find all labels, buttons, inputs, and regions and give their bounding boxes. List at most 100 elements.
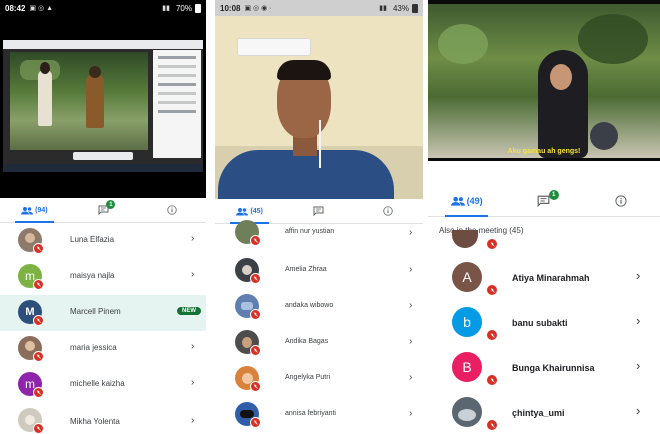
chevron-right-icon: › — [636, 403, 641, 418]
person-face — [550, 64, 572, 90]
avatar — [452, 230, 478, 248]
mic-muted-icon — [486, 238, 498, 250]
tab-info[interactable] — [583, 186, 660, 216]
people-count: (94) — [35, 206, 48, 214]
participant-name: Angelyka Putri — [285, 374, 331, 381]
people-icon — [450, 196, 465, 206]
participant-row[interactable]: Andika Bagas › — [215, 328, 423, 364]
people-icon — [236, 207, 249, 215]
participant-row[interactable]: m michelle kaizha › — [0, 367, 206, 403]
tab-info[interactable] — [354, 199, 423, 223]
video-area[interactable] — [215, 16, 423, 199]
chevron-right-icon: › — [409, 336, 413, 347]
participant-row[interactable]: m maisya najla › — [0, 259, 206, 295]
video-caption: Aku gamau ah gengs! — [507, 148, 581, 155]
mic-muted-icon — [250, 345, 261, 356]
status-bar: 10:08 ▣ ◎ ◉ · ▮▮ 43% — [215, 0, 423, 16]
participant-name: andaka wibowo — [285, 302, 334, 309]
phone-screen-1: 08:42 ▣ ◎ ▲ ▮▮ 70% (94) 1 Luna Elfazia ›… — [0, 0, 206, 434]
avatar-letter: B — [462, 359, 472, 375]
participant-name: çhintya_umi — [512, 408, 565, 418]
chevron-right-icon: › — [409, 300, 413, 311]
mic-muted-icon — [33, 279, 44, 290]
participant-row[interactable]: b banu subakti › — [428, 303, 660, 345]
tab-chat[interactable]: 1 — [69, 198, 138, 222]
video-frame — [428, 4, 660, 158]
status-bar: 08:42 ▣ ◎ ▲ ▮▮ 70% — [0, 0, 206, 16]
battery-icon — [195, 3, 201, 13]
people-icon — [21, 206, 34, 214]
mic-muted-icon — [250, 381, 261, 392]
mic-muted-icon — [33, 387, 44, 398]
participant-row[interactable]: B Bunga Khairunnisa › — [428, 348, 660, 390]
chat-icon — [313, 206, 324, 216]
mic-muted-icon — [250, 417, 261, 428]
info-icon — [167, 205, 177, 215]
mic-muted-icon — [33, 315, 44, 326]
mic-muted-icon — [486, 374, 498, 386]
participant-row[interactable]: Luna Elfazia › — [0, 223, 206, 259]
people-count: (45) — [250, 207, 263, 215]
participant-name: Marcell Pinem — [70, 307, 121, 316]
chevron-right-icon: › — [636, 358, 641, 373]
participant-name: banu subakti — [512, 318, 568, 328]
tab-chat[interactable] — [284, 199, 353, 223]
tab-people[interactable]: (94) — [0, 198, 69, 223]
new-badge: NEW — [177, 307, 201, 315]
participant-name: Atiya Minarahmah — [512, 273, 590, 283]
chevron-right-icon: › — [191, 269, 195, 280]
chat-badge: 1 — [106, 200, 116, 209]
status-time: 10:08 — [220, 3, 241, 13]
video-area[interactable] — [0, 16, 206, 198]
chevron-right-icon: › — [409, 264, 413, 275]
tab-info[interactable] — [137, 198, 206, 222]
mic-muted-icon — [33, 423, 44, 434]
participant-name: affin nur yustian — [285, 228, 335, 235]
video-area[interactable]: Aku gamau ah gengs! — [428, 0, 660, 161]
chevron-right-icon: › — [191, 233, 195, 244]
participant-row[interactable]: affin nur yustian › — [215, 220, 423, 246]
participant-row[interactable]: Amelia Zhraa › — [215, 256, 423, 292]
participant-row[interactable]: andaka wibowo › — [215, 292, 423, 328]
mic-muted-icon — [33, 351, 44, 362]
tab-chat[interactable]: 1 — [505, 186, 582, 216]
participant-row[interactable]: çhintya_umi › — [428, 393, 660, 434]
mic-muted-icon — [486, 329, 498, 341]
avatar — [452, 397, 482, 427]
participant-name: Bunga Khairunnisa — [512, 363, 595, 373]
video-player — [10, 52, 148, 150]
notification-icon: ▣ ◎ ◉ · — [244, 5, 272, 12]
phone-screen-2: 10:08 ▣ ◎ ◉ · ▮▮ 43% (45) affin nur yust… — [215, 0, 423, 434]
participant-row[interactable]: maria jessica › — [0, 331, 206, 367]
participant-row[interactable]: Mikha Yolenta › — [0, 403, 206, 434]
tab-bar: (49) 1 — [428, 186, 660, 217]
participant-row[interactable]: A Atiya Minarahmah › — [428, 258, 660, 300]
chevron-right-icon: › — [191, 415, 195, 426]
participant-row[interactable]: Angelyka Putri › — [215, 364, 423, 400]
participant-row[interactable]: annisa febriyanti › — [215, 400, 423, 434]
chevron-right-icon: › — [191, 341, 195, 352]
shared-screen — [3, 40, 203, 172]
info-icon — [383, 206, 393, 216]
mic-muted-icon — [486, 284, 498, 296]
mic-muted-icon — [250, 273, 261, 284]
earphone-cable — [319, 120, 321, 168]
participant-name: annisa febriyanti — [285, 410, 336, 417]
mic-muted-icon — [250, 309, 261, 320]
air-conditioner — [237, 38, 311, 56]
screen-sidebar — [153, 50, 201, 158]
participant-name: Andika Bagas — [285, 338, 329, 345]
signal-icon: ▮▮ — [162, 5, 170, 12]
tab-people[interactable]: (49) — [428, 186, 505, 217]
participant-name: Luna Elfazia — [70, 235, 115, 244]
screen-titlebar — [3, 40, 203, 49]
participant-name: maisya najla — [70, 271, 115, 280]
avatar: b — [452, 307, 482, 337]
chevron-right-icon: › — [409, 227, 413, 238]
notification-icon: ▣ ◎ ▲ — [29, 5, 54, 12]
battery-icon — [412, 3, 418, 13]
participant-row-partial[interactable] — [428, 230, 660, 252]
chevron-right-icon: › — [191, 377, 195, 388]
video-controls[interactable] — [73, 152, 133, 160]
participant-row-highlighted[interactable]: M Marcell Pinem NEW — [0, 295, 206, 331]
